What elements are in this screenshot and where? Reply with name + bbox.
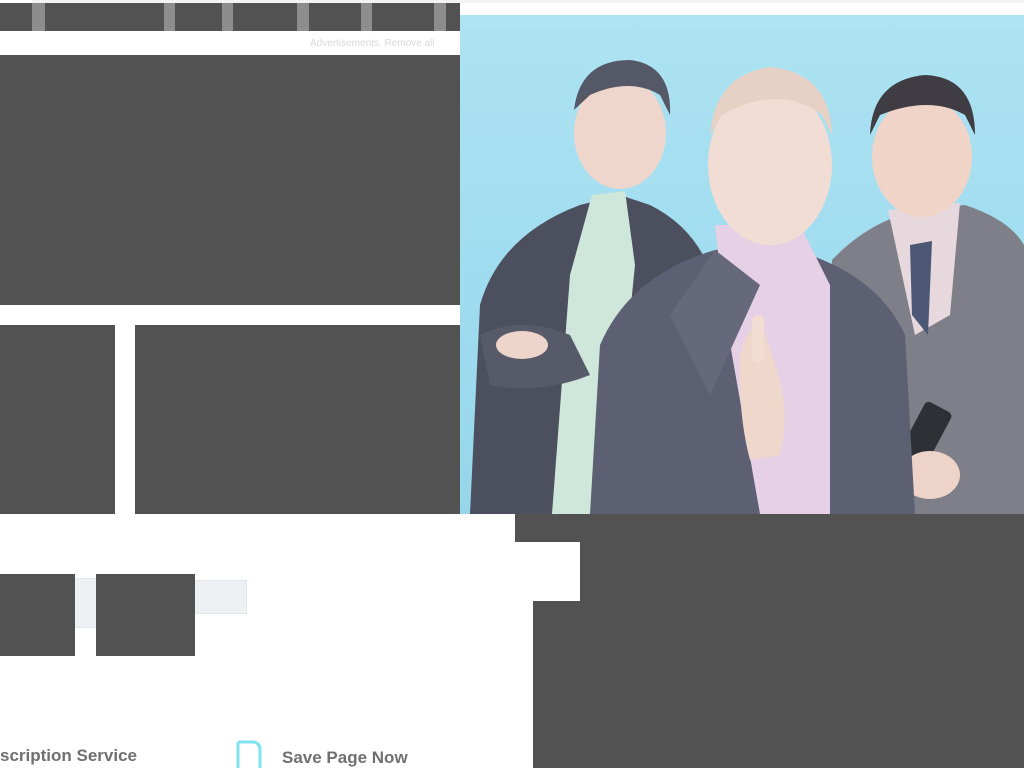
- thumbnail-block-1[interactable]: [0, 574, 75, 656]
- nav-item-6[interactable]: [372, 3, 434, 31]
- banner-block-middle: [580, 542, 1024, 601]
- hero-illustration: [470, 60, 1024, 514]
- ad-notice[interactable]: Advertisements. Remove all: [310, 38, 460, 52]
- nav-item-7[interactable]: [446, 3, 460, 31]
- nav-item-1[interactable]: [0, 3, 32, 31]
- nav-item-4[interactable]: [233, 3, 297, 31]
- save-page-now-label[interactable]: Save Page Now: [282, 748, 408, 768]
- main-content-block: [0, 55, 460, 305]
- banner-block-bottom: [533, 601, 1024, 768]
- thumbnail-block-2[interactable]: [96, 574, 195, 656]
- hero-photo: [460, 15, 1024, 514]
- subscription-service-label[interactable]: scription Service: [0, 746, 137, 766]
- nav-item-5[interactable]: [309, 3, 361, 31]
- nav-item-2[interactable]: [45, 3, 164, 31]
- bookmark-icon[interactable]: [234, 740, 264, 768]
- nav-item-3[interactable]: [175, 3, 222, 31]
- thumbnail-image[interactable]: [192, 580, 247, 614]
- side-block-left: [0, 325, 115, 514]
- banner-block-top: [515, 514, 1024, 542]
- content-block-center: [135, 325, 460, 514]
- top-nav: [0, 3, 460, 31]
